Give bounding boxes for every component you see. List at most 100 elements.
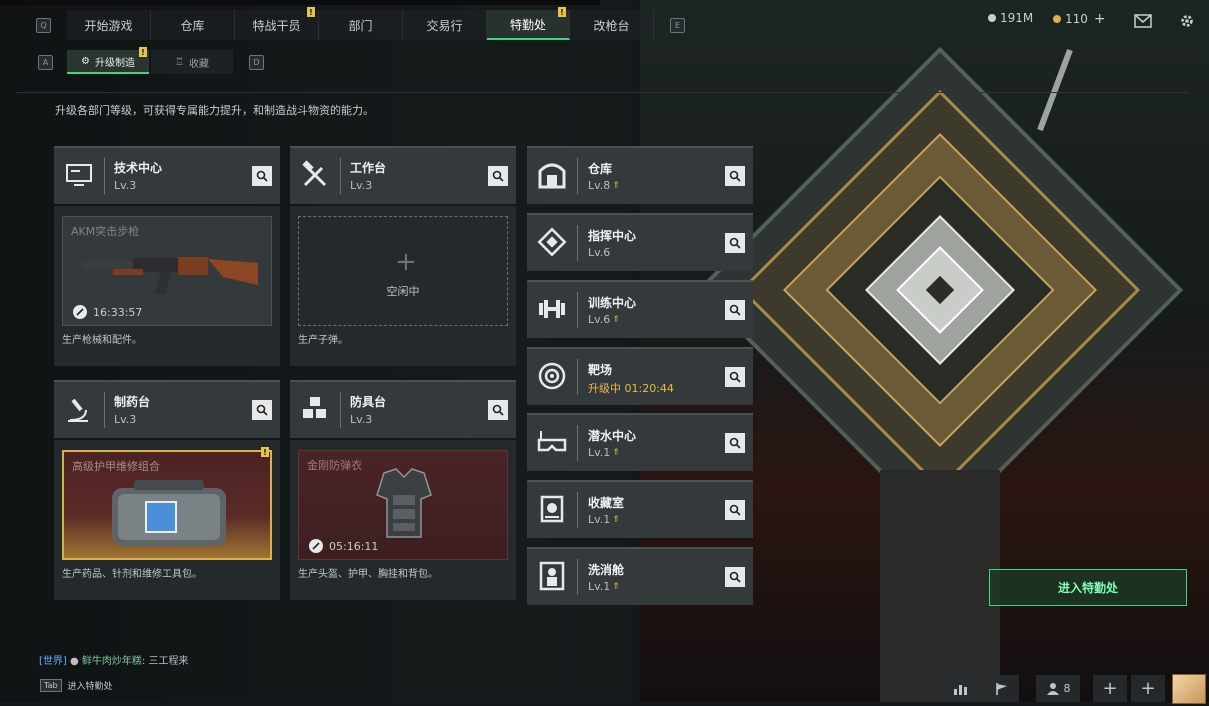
search-icon xyxy=(729,304,741,316)
facility-warehouse[interactable]: 仓库 Lv.8 ⇑ xyxy=(527,146,753,204)
tab-upgrade-craft[interactable]: ⚙ 升级制造 ! xyxy=(67,47,149,74)
tab-gunsmith[interactable]: 改枪台 xyxy=(570,10,654,40)
search-icon xyxy=(492,404,504,416)
facility-footer: 生产枪械和配件。 xyxy=(62,335,142,346)
silver-coin-icon xyxy=(988,14,996,22)
chat-message: 三工程来 xyxy=(148,656,189,667)
world-chat[interactable]: [世界] ● 鲜牛肉炒年糕: 三工程来 xyxy=(39,652,188,667)
inspect-button[interactable] xyxy=(725,500,745,520)
notification-badge: ! xyxy=(261,447,269,457)
tab-departments[interactable]: 部门 xyxy=(319,10,403,40)
location-pin-icon: ● xyxy=(70,656,79,667)
facility-pharmacy[interactable]: 制药台 Lv.3 xyxy=(54,380,280,438)
separator xyxy=(577,559,578,595)
facility-training-center[interactable]: 训练中心 Lv.6 ⇑ xyxy=(527,280,753,338)
production-slot[interactable]: AKM突击步枪 16:33:57 xyxy=(62,216,272,326)
plus-icon: + xyxy=(1140,678,1156,699)
inspect-button[interactable] xyxy=(725,367,745,387)
inspect-button[interactable] xyxy=(252,166,272,186)
notification-badge: ! xyxy=(558,7,566,17)
enter-special-ops-button[interactable]: 进入特勤处 xyxy=(989,569,1187,606)
inspect-button[interactable] xyxy=(725,433,745,453)
add-friend-slot-button[interactable]: + xyxy=(1131,675,1165,702)
upgrade-timer: 升级中 01:20:44 xyxy=(588,382,674,395)
facility-armor-bench[interactable]: 防具台 Lv.3 xyxy=(290,380,516,438)
gold-amount: 110 xyxy=(1065,12,1088,26)
tab-operators[interactable]: 特战干员! xyxy=(235,7,319,40)
upgrade-available-icon: ⇑ xyxy=(612,581,620,592)
separator xyxy=(104,392,105,428)
facility-diving-center[interactable]: 潜水中心 Lv.1 ⇑ xyxy=(527,413,753,471)
production-slot-empty[interactable]: + 空闲中 xyxy=(298,216,508,326)
tab-label: 特战干员 xyxy=(252,18,301,33)
upgrade-available-icon: ⇑ xyxy=(612,180,620,191)
facility-level-row: Lv.1 ⇑ xyxy=(588,580,620,593)
production-slot-complete[interactable]: 高级护甲维修组合 ! xyxy=(62,447,272,560)
search-icon xyxy=(729,371,741,383)
settings-gear-icon[interactable] xyxy=(1178,13,1196,29)
production-timer: 16:33:57 xyxy=(73,305,142,319)
friends-button[interactable]: 8 xyxy=(1036,675,1080,702)
timer-value: 05:16:11 xyxy=(329,539,379,553)
inspect-button[interactable] xyxy=(252,400,272,420)
tab-shortcut-hint[interactable]: Tab 进入特勤处 xyxy=(40,679,113,692)
top-strip xyxy=(0,0,600,5)
tab-trading[interactable]: 交易行 xyxy=(403,10,487,40)
inspect-button[interactable] xyxy=(725,233,745,253)
facility-collection-room[interactable]: 收藏室 Lv.1 ⇑ xyxy=(527,480,753,538)
tab-label: 部门 xyxy=(348,18,373,33)
separator xyxy=(577,359,578,395)
facility-decontamination[interactable]: 洗消舱 Lv.1 ⇑ xyxy=(527,547,753,605)
diving-mask-icon xyxy=(537,431,567,452)
facility-workbench[interactable]: 工作台 Lv.3 xyxy=(290,146,516,204)
tab-label: 特勤处 xyxy=(509,17,546,32)
separator xyxy=(577,492,578,528)
facility-level: Lv.1 xyxy=(588,580,611,593)
facility-level: Lv.1 xyxy=(588,513,611,526)
item-name: 金刚防弹衣 xyxy=(307,459,362,472)
flag-button[interactable] xyxy=(985,675,1019,702)
tab-collection[interactable]: ♖ 收藏 xyxy=(150,50,233,74)
facility-name: 收藏室 xyxy=(588,496,625,510)
key-hint-d: D xyxy=(248,54,264,70)
search-icon xyxy=(256,404,268,416)
gold-currency[interactable]: 110 + xyxy=(1053,11,1106,27)
tab-special-ops[interactable]: 特勤处! xyxy=(487,7,570,40)
search-icon xyxy=(729,170,741,182)
inspect-button[interactable] xyxy=(488,400,508,420)
notification-badge: ! xyxy=(138,47,147,57)
timer-icon xyxy=(73,305,87,319)
page-description: 升级各部门等级，可获得专属能力提升，和制造战斗物资的能力。 xyxy=(55,104,374,117)
facility-level: Lv.6 xyxy=(588,313,611,326)
timer-icon xyxy=(309,539,323,553)
facility-level: Lv.3 xyxy=(350,413,373,426)
gold-coin-icon xyxy=(1053,15,1061,23)
search-icon xyxy=(256,170,268,182)
stats-button[interactable] xyxy=(944,675,978,702)
mail-icon[interactable] xyxy=(1134,13,1152,29)
inspect-button[interactable] xyxy=(725,166,745,186)
inspect-button[interactable] xyxy=(725,300,745,320)
facility-command-center[interactable]: 指挥中心 Lv.6 xyxy=(527,213,753,271)
add-friend-slot-button[interactable]: + xyxy=(1093,675,1127,702)
chat-sender: 鲜牛肉炒年糕 xyxy=(81,656,142,667)
tab-start-game[interactable]: 开始游戏 xyxy=(67,10,151,40)
facility-shooting-range[interactable]: 靶场 升级中 01:20:44 xyxy=(527,347,753,405)
tab-label: 开始游戏 xyxy=(84,18,133,33)
facility-level-row: Lv.6 xyxy=(588,246,610,259)
akm-rifle-image xyxy=(83,257,258,295)
production-slot[interactable]: 金刚防弹衣 05:16:11 xyxy=(298,450,508,560)
inspect-button[interactable] xyxy=(725,567,745,587)
avatar[interactable] xyxy=(1172,674,1206,704)
hammer-wrench-icon xyxy=(302,160,327,187)
notification-badge: ! xyxy=(307,7,315,17)
facility-level: Lv.3 xyxy=(350,179,373,192)
separator xyxy=(577,425,578,461)
upgrade-available-icon: ⇑ xyxy=(612,447,620,458)
facility-pharmacy-body: 高级护甲维修组合 ! 生产药品、针剂和维修工具包。 xyxy=(54,440,280,600)
facility-tech-center[interactable]: 技术中心 Lv.3 xyxy=(54,146,280,204)
gold-add-icon[interactable]: + xyxy=(1094,11,1106,27)
tab-warehouse[interactable]: 仓库 xyxy=(151,10,235,40)
silver-currency: 191M xyxy=(988,11,1033,25)
inspect-button[interactable] xyxy=(488,166,508,186)
